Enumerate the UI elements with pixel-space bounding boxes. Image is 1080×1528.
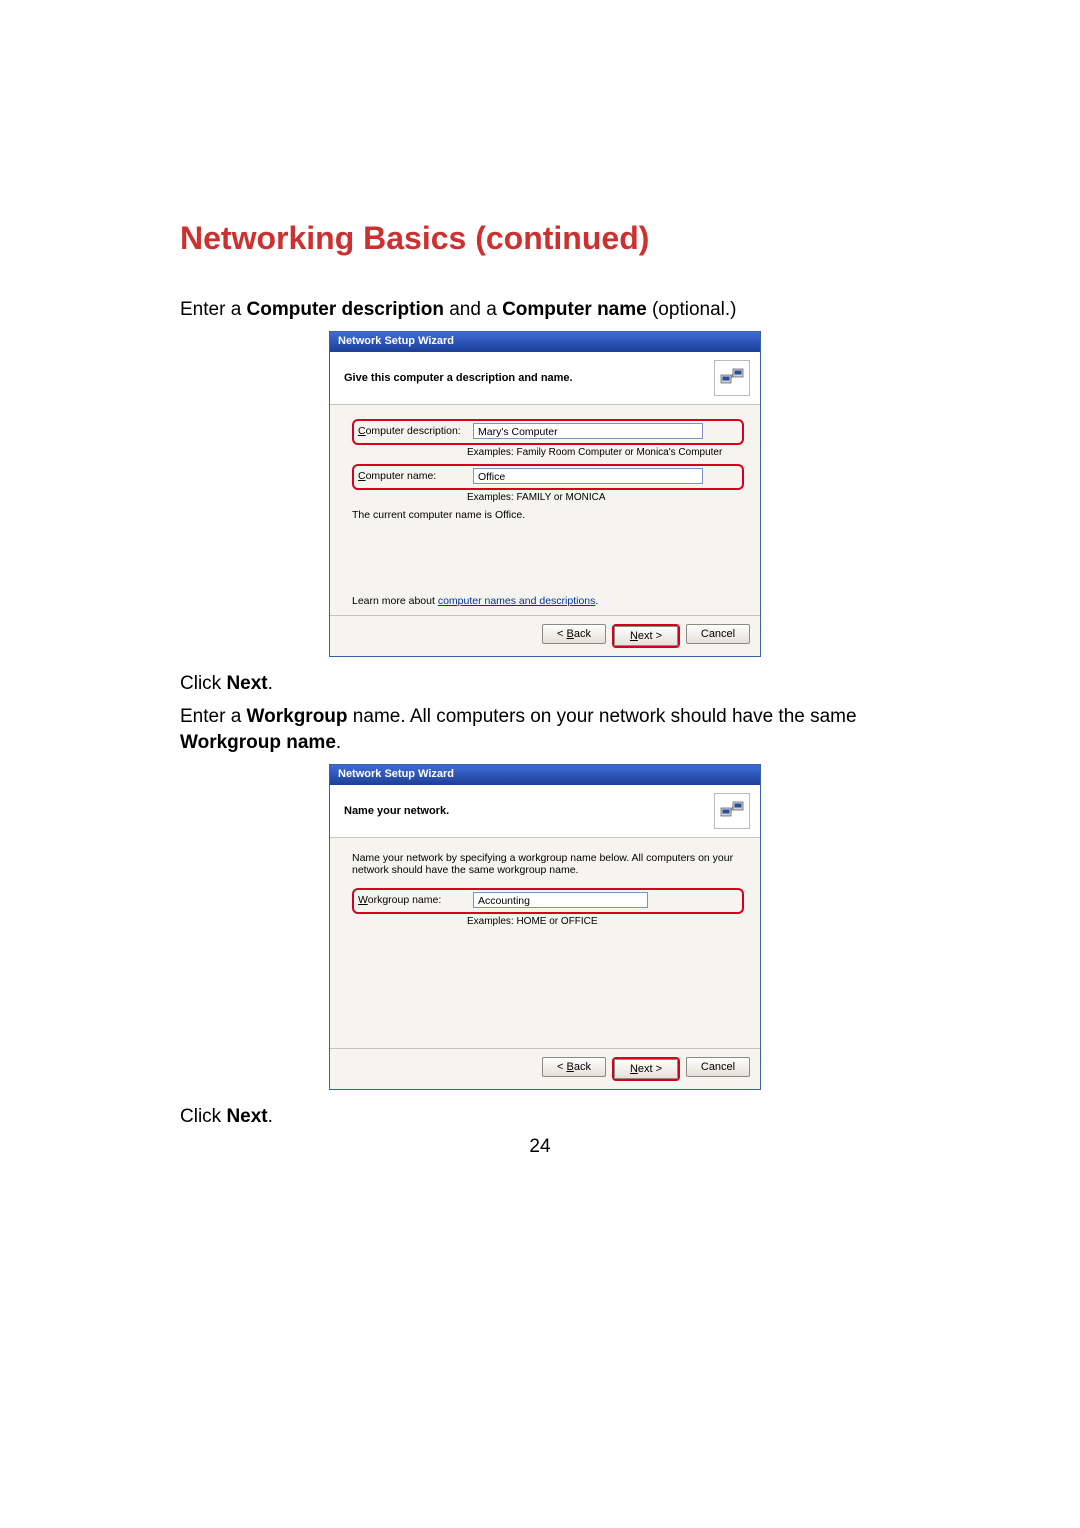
click-next-1: Click Next. — [180, 671, 910, 697]
input-cell: Office — [473, 468, 738, 484]
workgroup-instruction: Name your network by specifying a workgr… — [352, 852, 744, 876]
back-button[interactable]: < Back — [542, 1057, 606, 1077]
network-setup-wizard-1: Network Setup Wizard Give this computer … — [329, 331, 761, 657]
text: Enter a — [180, 299, 247, 320]
workgroup-example: Examples: HOME or OFFICE — [467, 916, 598, 927]
text: (optional.) — [647, 299, 737, 320]
network-computers-icon — [714, 793, 750, 829]
text: Click — [180, 1106, 226, 1127]
wizard-body: Name your network by specifying a workgr… — [330, 838, 760, 1048]
next-button-highlight: Next > — [612, 1057, 680, 1081]
wizard-heading: Name your network. — [344, 805, 449, 817]
text-bold: Next — [226, 1106, 267, 1127]
text-bold: Next — [226, 673, 267, 694]
workgroup-row: Workgroup name: Accounting — [358, 892, 738, 908]
network-computers-icon — [714, 360, 750, 396]
computer-description-label: Computer description: — [358, 425, 473, 437]
instruction-workgroup: Enter a Workgroup name. All computers on… — [180, 704, 910, 755]
wizard-body: Computer description: Mary's Computer Ex… — [330, 405, 760, 615]
computer-name-row-highlight: Computer name: Office — [352, 464, 744, 490]
page-number: 24 — [0, 1136, 1080, 1158]
text: . — [268, 1106, 273, 1127]
input-cell: Mary's Computer — [473, 423, 738, 439]
workgroup-input[interactable]: Accounting — [473, 892, 648, 908]
next-button-highlight: Next > — [612, 624, 680, 648]
text: name. All computers on your network shou… — [348, 706, 857, 727]
example-row: Examples: FAMILY or MONICA — [352, 492, 744, 503]
computer-description-example: Examples: Family Room Computer or Monica… — [467, 447, 722, 458]
computer-name-example: Examples: FAMILY or MONICA — [467, 492, 606, 503]
wizard-footer: < Back Next > Cancel — [330, 615, 760, 656]
example-row: Examples: HOME or OFFICE — [352, 916, 744, 927]
computer-description-input[interactable]: Mary's Computer — [473, 423, 703, 439]
wizard-heading: Give this computer a description and nam… — [344, 372, 573, 384]
cancel-button[interactable]: Cancel — [686, 1057, 750, 1077]
workgroup-row-highlight: Workgroup name: Accounting — [352, 888, 744, 914]
cancel-button[interactable]: Cancel — [686, 624, 750, 644]
example-row: Examples: Family Room Computer or Monica… — [352, 447, 744, 458]
current-computer-name: The current computer name is Office. — [352, 509, 744, 521]
text: and a — [444, 299, 502, 320]
learn-more-row: Learn more about computer names and desc… — [352, 595, 744, 607]
wizard1-container: Network Setup Wizard Give this computer … — [180, 331, 910, 657]
text: Enter a — [180, 706, 247, 727]
computer-name-label: Computer name: — [358, 470, 473, 482]
text: Learn more about — [352, 595, 438, 607]
text-bold: Workgroup name — [180, 732, 336, 753]
wizard-header: Give this computer a description and nam… — [330, 352, 760, 405]
text: . — [268, 673, 273, 694]
input-cell: Accounting — [473, 892, 738, 908]
workgroup-label: Workgroup name: — [358, 894, 473, 906]
text-bold: Computer name — [502, 299, 647, 320]
next-button[interactable]: Next > — [614, 626, 678, 646]
wizard2-container: Network Setup Wizard Name your network. … — [180, 764, 910, 1090]
network-setup-wizard-2: Network Setup Wizard Name your network. … — [329, 764, 761, 1090]
text: . — [336, 732, 341, 753]
computer-description-row-highlight: Computer description: Mary's Computer — [352, 419, 744, 445]
wizard-footer: < Back Next > Cancel — [330, 1048, 760, 1089]
text: . — [595, 595, 598, 607]
page-title: Networking Basics (continued) — [180, 220, 910, 257]
instruction-computer-desc: Enter a Computer description and a Compu… — [180, 297, 910, 323]
next-button[interactable]: Next > — [614, 1059, 678, 1079]
click-next-2: Click Next. — [180, 1104, 910, 1130]
text-bold: Workgroup — [247, 706, 348, 727]
computer-description-row: Computer description: Mary's Computer — [358, 423, 738, 439]
wizard-titlebar: Network Setup Wizard — [330, 765, 760, 785]
computer-name-input[interactable]: Office — [473, 468, 703, 484]
text: Click — [180, 673, 226, 694]
document-page: Networking Basics (continued) Enter a Co… — [0, 0, 1080, 1528]
text-bold: Computer description — [247, 299, 444, 320]
learn-more-link[interactable]: computer names and descriptions — [438, 595, 596, 607]
computer-name-row: Computer name: Office — [358, 468, 738, 484]
wizard-titlebar: Network Setup Wizard — [330, 332, 760, 352]
wizard-header: Name your network. — [330, 785, 760, 838]
back-button[interactable]: < Back — [542, 624, 606, 644]
